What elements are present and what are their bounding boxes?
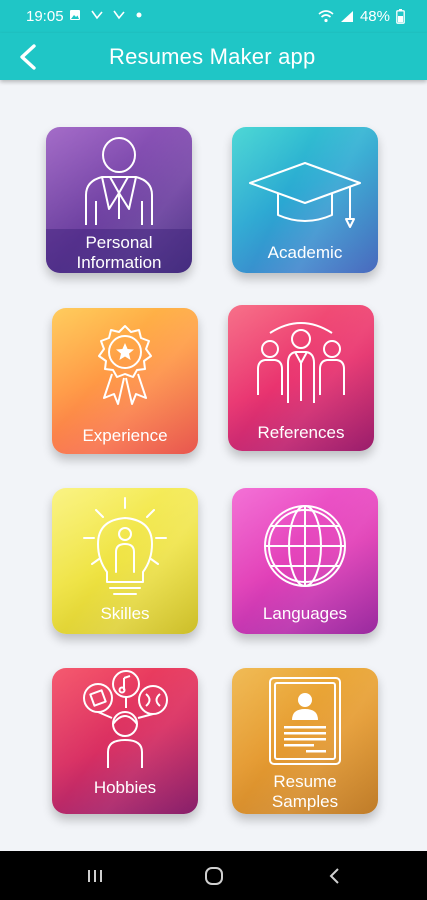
- status-time: 19:05: [26, 8, 64, 25]
- tile-academic[interactable]: Academic: [232, 127, 378, 273]
- image-icon: [70, 10, 80, 20]
- recent-apps-icon: [88, 870, 102, 882]
- tile-label: Academic: [267, 243, 343, 262]
- missed-call-icon: [91, 10, 103, 20]
- tile-label-line2: Information: [76, 253, 162, 272]
- app-bar: Resumes Maker app: [0, 33, 427, 80]
- recent-apps-button[interactable]: [80, 861, 110, 891]
- tile-label: Languages: [262, 604, 348, 623]
- tile-resume-samples[interactable]: Resume Samples: [232, 668, 378, 814]
- tile-skilles[interactable]: Skilles: [52, 488, 198, 634]
- tile-label: References: [257, 423, 345, 442]
- tile-label: Hobbies: [93, 778, 157, 797]
- back-icon: [329, 868, 339, 884]
- signal-icon: [340, 11, 353, 22]
- dot-icon: [136, 12, 142, 18]
- arrow-left-icon: [20, 44, 36, 70]
- back-button[interactable]: [10, 39, 46, 75]
- tile-label-line1: Personal: [85, 233, 153, 252]
- status-bar: 19:05 48%: [0, 0, 427, 33]
- page-title: Resumes Maker app: [109, 44, 316, 69]
- tile-label: Skilles: [100, 604, 150, 623]
- home-button[interactable]: [199, 861, 229, 891]
- battery-icon: [396, 9, 405, 24]
- tile-experience[interactable]: Experience: [52, 308, 198, 454]
- tile-label-line2: Samples: [271, 792, 339, 811]
- tile-references[interactable]: References: [228, 305, 374, 451]
- tile-label: Experience: [82, 426, 168, 445]
- tile-label-line1: Resume: [273, 772, 337, 791]
- wifi-icon: [318, 10, 334, 23]
- tile-languages[interactable]: Languages: [232, 488, 378, 634]
- missed-call-icon: [113, 10, 125, 20]
- back-nav-button[interactable]: [319, 861, 349, 891]
- home-icon: [205, 867, 223, 885]
- battery-percent: 48%: [359, 8, 390, 25]
- tile-hobbies[interactable]: Hobbies: [52, 668, 198, 814]
- tile-personal-information[interactable]: Personal Information: [46, 127, 192, 273]
- system-nav-bar: [0, 851, 427, 900]
